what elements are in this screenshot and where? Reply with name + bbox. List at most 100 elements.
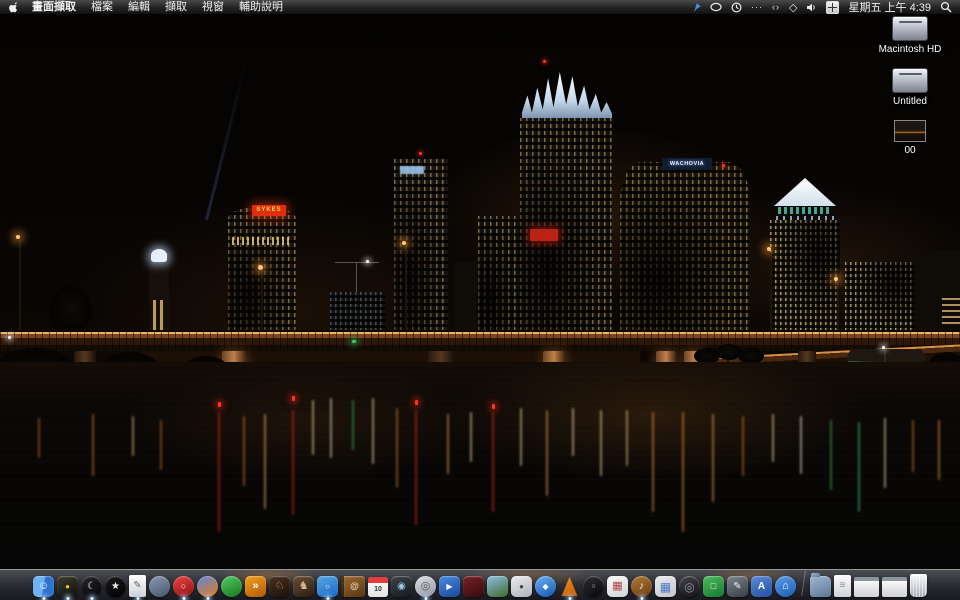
- documents-stack-icon: ≡: [834, 575, 851, 597]
- dock-item-ichat[interactable]: ○: [317, 576, 338, 597]
- dock-item-trash[interactable]: [910, 574, 927, 597]
- street-lamp: [767, 247, 771, 251]
- dock-item-ical[interactable]: 10: [368, 577, 388, 597]
- dock-item-cinema-app[interactable]: [463, 576, 484, 597]
- dock-item-minimized-window-1[interactable]: [854, 577, 879, 597]
- reflection-streak: [447, 414, 449, 474]
- dock-item-critter-app[interactable]: ♘: [269, 576, 290, 597]
- front-row-icon: ▶: [439, 576, 460, 597]
- tree: [50, 286, 92, 334]
- dock-item-safari[interactable]: ◆: [535, 576, 556, 597]
- menu-file[interactable]: 檔案: [91, 0, 113, 14]
- street-lamp: [16, 235, 20, 239]
- tower-dome-light: [151, 249, 167, 262]
- checkers-app-glyph: ▦: [612, 581, 622, 592]
- pen-app-glyph: ✎: [733, 582, 741, 592]
- dock-item-minimized-window-2[interactable]: [882, 577, 907, 597]
- reflection-streak: [884, 418, 886, 488]
- crane-light: [366, 260, 369, 263]
- building-small: [455, 262, 477, 334]
- menu-help[interactable]: 輔助說明: [239, 0, 283, 14]
- dock-item-address-book[interactable]: @: [341, 576, 365, 597]
- dock-item-letter-blocks-app[interactable]: A: [751, 576, 772, 597]
- ichat-status-icon[interactable]: [710, 2, 722, 12]
- dock-item-moon-app[interactable]: ☾: [81, 576, 102, 597]
- script-arrows-icon[interactable]: ‹›: [772, 2, 780, 12]
- dock-item-front-row[interactable]: ▶: [439, 576, 460, 597]
- text-editor-icon: ✎: [129, 575, 146, 597]
- desktop-icon-image-00[interactable]: 00: [894, 120, 926, 156]
- dock-item-dvd-player[interactable]: ◎: [415, 576, 436, 597]
- reflection-streak: [520, 408, 522, 466]
- warning-light: [722, 164, 725, 167]
- dock-item-window-panes-app[interactable]: ▦: [655, 576, 676, 597]
- dock-item-firefox[interactable]: [197, 576, 218, 597]
- red-nav-light: [415, 400, 418, 405]
- minimized-window-1-icon: [854, 577, 879, 597]
- menu-capture[interactable]: 擷取: [165, 0, 187, 14]
- dock-item-camera-lens-app[interactable]: ◎: [679, 576, 700, 597]
- front-row-glyph: ▶: [446, 583, 452, 591]
- reflection-streak: [372, 398, 374, 464]
- sykes-lit-band: [232, 237, 292, 245]
- reflection-streak: [292, 410, 294, 515]
- volume-icon[interactable]: [806, 2, 817, 13]
- garageband-glyph: ♪: [639, 581, 645, 592]
- dock-item-camera-app[interactable]: ●: [511, 576, 532, 597]
- menu-clock[interactable]: 星期五 上午 4:39: [848, 0, 931, 15]
- dock-item-home-browser-app[interactable]: ⌂: [775, 576, 796, 597]
- checkers-app-icon: ▦: [607, 576, 628, 597]
- menu-bar: 畫面擷取 檔案 編輯 擷取 視窗 輔助說明 ··· ‹› ◇ 星期五 上午 4:39: [0, 0, 960, 15]
- time-machine-icon[interactable]: [731, 2, 742, 13]
- reflection-streak: [312, 400, 314, 455]
- aircraft-warning-light: [419, 152, 422, 155]
- dock-item-documents-stack[interactable]: ≡: [834, 575, 851, 597]
- camera-lens-app-glyph: ◎: [684, 581, 694, 593]
- desktop-icon-macintosh-hd[interactable]: Macintosh HD: [879, 16, 942, 55]
- menu-window[interactable]: 視窗: [202, 0, 224, 14]
- pyramid-roof-lights: [774, 178, 836, 206]
- dock-item-globe-app[interactable]: [149, 576, 170, 597]
- menu-app[interactable]: 畫面擷取: [32, 0, 76, 14]
- photo-booth-icon: ◉: [391, 576, 412, 597]
- speed-app-icon: »: [245, 576, 266, 597]
- dock-item-vlc[interactable]: [559, 576, 580, 597]
- dock-item-fish-app[interactable]: ●: [57, 576, 78, 597]
- input-menu-icon[interactable]: [826, 1, 839, 14]
- dock-item-text-editor[interactable]: ✎: [129, 575, 146, 597]
- reflection-streak: [682, 412, 684, 532]
- menu-edit[interactable]: 編輯: [128, 0, 150, 14]
- desktop-icon-untitled[interactable]: Untitled: [892, 68, 928, 107]
- dock-item-garageband[interactable]: ♪: [631, 576, 652, 597]
- spotlight-icon[interactable]: [940, 1, 952, 13]
- dock-item-eight-ball-app[interactable]: ○: [583, 576, 604, 597]
- dock-item-green-sphere-app[interactable]: [221, 576, 242, 597]
- crane: [356, 262, 357, 294]
- apple-menu[interactable]: [9, 1, 20, 14]
- dock-item-rabbit-app[interactable]: ♞: [293, 576, 314, 597]
- building-right-wide: [845, 262, 915, 334]
- pinwheel-app-glyph: ★: [111, 582, 120, 592]
- dock-item-pinwheel-app[interactable]: ★: [105, 576, 126, 597]
- hard-drive-icon: [892, 16, 928, 41]
- dock-item-checkers-app[interactable]: ▦: [607, 576, 628, 597]
- dock-item-finder[interactable]: ☺: [33, 576, 54, 597]
- reflection-streak: [264, 414, 266, 509]
- dock-item-photo-booth[interactable]: ◉: [391, 576, 412, 597]
- green-signal-light: [352, 340, 356, 343]
- pen-app-icon: ✎: [727, 576, 748, 597]
- eight-ball-app-icon: ○: [583, 576, 604, 597]
- ellipsis-icon[interactable]: ···: [751, 2, 763, 12]
- elevated-highway-bridge: [0, 330, 960, 351]
- dock-item-opera[interactable]: ○: [173, 576, 194, 597]
- fish-app-glyph: ●: [65, 583, 70, 591]
- bluetooth-icon[interactable]: [693, 2, 701, 13]
- dock-item-green-message-app[interactable]: □: [703, 576, 724, 597]
- airport-icon[interactable]: ◇: [789, 1, 797, 14]
- dock-item-pen-app[interactable]: ✎: [727, 576, 748, 597]
- dock-item-speed-app[interactable]: »: [245, 576, 266, 597]
- dock-item-folder-stack[interactable]: [810, 576, 831, 597]
- dock-item-iphoto[interactable]: [487, 576, 508, 597]
- lit-facade: [942, 296, 960, 324]
- reflection-streak: [396, 408, 398, 488]
